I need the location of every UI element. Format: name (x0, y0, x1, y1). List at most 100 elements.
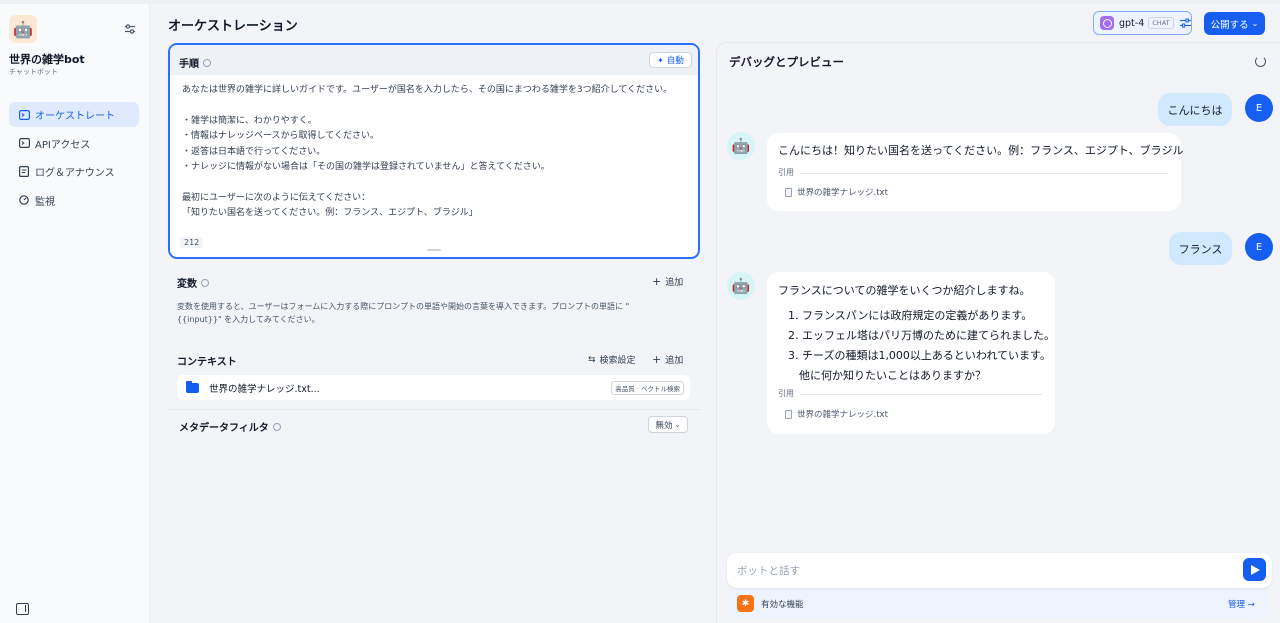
metadata-filter-select[interactable]: 無効 ⌄ (648, 416, 688, 433)
sidebar-item-api-access[interactable]: APIアクセス (9, 131, 139, 156)
plus-icon: + (652, 353, 662, 366)
prompt-line: 最初にユーザーに次のように伝えてください： (182, 192, 371, 203)
user-avatar: E (1245, 233, 1273, 261)
add-label: 追加 (665, 356, 684, 366)
user-message: フランス (1169, 232, 1232, 265)
help-icon[interactable] (203, 58, 211, 67)
page-header: オーケストレーション gpt-4 CHAT 公開する ⌄ (151, 4, 1280, 42)
user-avatar: E (1245, 94, 1273, 122)
bot-message: フランスについての雑学をいくつか紹介しますね。 1. フランスパンには政府規定の… (767, 272, 1055, 434)
terminal-square-icon (18, 109, 30, 121)
publish-label: 公開する (1210, 19, 1249, 31)
file-list-icon (18, 166, 30, 178)
chat-input[interactable]: ボットと話す (727, 553, 1272, 588)
chat-input-placeholder: ボットと話す (737, 565, 800, 577)
model-name: gpt-4 (1119, 17, 1145, 29)
context-title: コンテキスト (177, 357, 237, 368)
prompt-title: 手順 (179, 55, 211, 70)
variables-title-text: 変数 (177, 279, 197, 290)
plus-icon: + (652, 275, 662, 288)
settings-sliders-icon (1179, 18, 1191, 28)
prompt-textarea[interactable]: あなたは世界の雑学に詳しいガイドです。ユーザーが国名を入力したら、その国にまつわ… (182, 83, 692, 222)
metadata-filter-value: 無効 (655, 420, 673, 431)
prompt-line: ・情報はナレッジベースから取得してください。 (182, 131, 380, 142)
citation-file-name: 世界の雑学ナレッジ.txt (797, 410, 888, 420)
prompt-line: ・雑学は簡潔に、わかりやすく。 (182, 115, 317, 126)
send-button[interactable] (1243, 558, 1266, 581)
prompt-editor-card[interactable]: 手順 ✦ 自動 あなたは世界の雑学に詳しいガイドです。ユーザーが国名を入力したら… (168, 43, 700, 259)
app-type: チャットボット (9, 68, 58, 76)
prompt-line: ・ナレッジに情報がない場合は「その国の雑学は登録されていません」と答えてください… (182, 162, 550, 173)
feature-icon: ✱ (737, 595, 754, 612)
debug-title: デバッグとプレビュー (729, 55, 844, 69)
bot-avatar-robot-icon: 🤖 (727, 272, 755, 300)
folder-icon (186, 380, 199, 393)
openai-icon (1100, 16, 1114, 30)
bot-message-text: こんにちは！知りたい国名を送ってください。例：フランス、エジプト、ブラジル (778, 144, 1184, 157)
knowledge-file-row[interactable]: 世界の雑学ナレッジ.txt... 高品質 · ベクトル検索 (177, 375, 690, 400)
trivia-list: 1. フランスパンには政府規定の定義があります。 2. エッフェル塔はパリ万博の… (788, 306, 1055, 386)
sidebar-item-monitor[interactable]: 監視 (9, 188, 139, 213)
metadata-filter-title: メタデータフィルタ (179, 419, 281, 434)
citation-file[interactable]: 世界の雑学ナレッジ.txt (785, 186, 888, 198)
auto-generate-button[interactable]: ✦ 自動 (649, 52, 692, 68)
prompt-header: 手順 ✦ 自動 (170, 45, 698, 75)
char-count: 212 (180, 237, 204, 248)
sliders-icon[interactable] (124, 23, 136, 35)
add-variable-button[interactable]: + 追加 (652, 275, 683, 288)
auto-label: 自動 (666, 56, 684, 66)
sidebar-collapse-icon[interactable] (16, 603, 29, 615)
sidebar: 🤖 世界の雑学bot チャットボット オーケストレート APIアクセス ログ＆ア… (0, 4, 150, 623)
prompt-line: ・返答は日本語で行ってください。 (182, 146, 326, 157)
resize-handle[interactable] (427, 249, 441, 251)
manage-link[interactable]: 管理 → (1228, 598, 1255, 610)
refresh-icon[interactable] (1255, 56, 1266, 67)
prompt-line: 「知りたい国名を送ってください。例：フランス、エジプト、ブラジル」 (182, 208, 478, 219)
terminal-icon (18, 137, 30, 149)
variables-title: 変数 (177, 275, 209, 290)
app-name: 世界の雑学bot (9, 53, 85, 66)
citation-file[interactable]: 世界の雑学ナレッジ.txt (785, 408, 888, 420)
chevron-down-icon: ⌄ (1251, 19, 1259, 28)
prompt-line: あなたは世界の雑学に詳しいガイドです。ユーザーが国名を入力したら、その国にまつわ… (182, 85, 673, 95)
help-icon[interactable] (272, 422, 281, 431)
sidebar-item-orchestrate[interactable]: オーケストレート (9, 102, 139, 127)
debug-preview-panel: デバッグとプレビュー こんにちは E 🤖 こんにちは！知りたい国名を送ってくださ… (716, 42, 1280, 623)
add-label: 追加 (665, 278, 684, 288)
prompt-title-text: 手順 (179, 59, 199, 70)
search-settings-button[interactable]: ⇆ 検索設定 (588, 353, 636, 367)
enabled-features-bar: ✱ 有効な機能 管理 → (731, 590, 1268, 618)
app-avatar-robot-icon[interactable]: 🤖 (9, 15, 37, 43)
divider (168, 409, 700, 410)
sidebar-item-label: 監視 (35, 196, 55, 208)
bot-message: こんにちは！知りたい国名を送ってください。例：フランス、エジプト、ブラジル 引用… (767, 133, 1184, 211)
chevron-down-icon: ⌄ (674, 420, 681, 429)
variables-description: 変数を使用すると、ユーザーはフォームに入力する際にプロンプトの単語や開始の言葉を… (177, 301, 687, 326)
user-message: こんにちは (1158, 93, 1232, 126)
sidebar-item-logs[interactable]: ログ＆アナウンス (9, 159, 139, 184)
citation-label: 引用 (778, 168, 794, 177)
list-item: 1. フランスパンには政府規定の定義があります。 (788, 309, 1033, 322)
prompt-line (182, 175, 692, 190)
sparkle-icon: ✦ (657, 55, 664, 65)
bot-message-text: フランスについての雑学をいくつか紹介しますね。 (778, 284, 1031, 297)
retrieval-mode-badge: 高品質 · ベクトル検索 (611, 381, 684, 395)
list-item: 他に何か知りたいことはありますか？ (799, 369, 986, 382)
list-item: 3. チーズの種類は1,000以上あるといわれています。 (788, 349, 1051, 362)
variables-desc-line: {{input}}" を入力してみてください。 (177, 314, 320, 324)
divider (800, 173, 1168, 174)
bot-avatar-robot-icon: 🤖 (727, 132, 755, 160)
citation-label: 引用 (778, 389, 794, 398)
context-card: コンテキスト ⇆ 検索設定 + 追加 世界の雑学ナレッジ.txt... 高品質 … (168, 342, 700, 439)
add-context-button[interactable]: + 追加 (652, 353, 683, 366)
features-label: 有効な機能 (761, 600, 804, 610)
search-settings-label: 検索設定 (599, 356, 636, 366)
help-icon[interactable] (201, 278, 209, 287)
publish-button[interactable]: 公開する ⌄ (1204, 12, 1265, 35)
metadata-filter-label: メタデータフィルタ (179, 423, 269, 434)
variables-desc-line: 変数を使用すると、ユーザーはフォームに入力する際にプロンプトの単語や開始の言葉を… (177, 302, 630, 311)
page-title: オーケストレーション (168, 19, 298, 34)
sidebar-nav: オーケストレート APIアクセス ログ＆アナウンス 監視 (9, 102, 139, 216)
model-selector-button[interactable]: gpt-4 CHAT (1093, 11, 1192, 35)
document-icon (785, 187, 792, 197)
